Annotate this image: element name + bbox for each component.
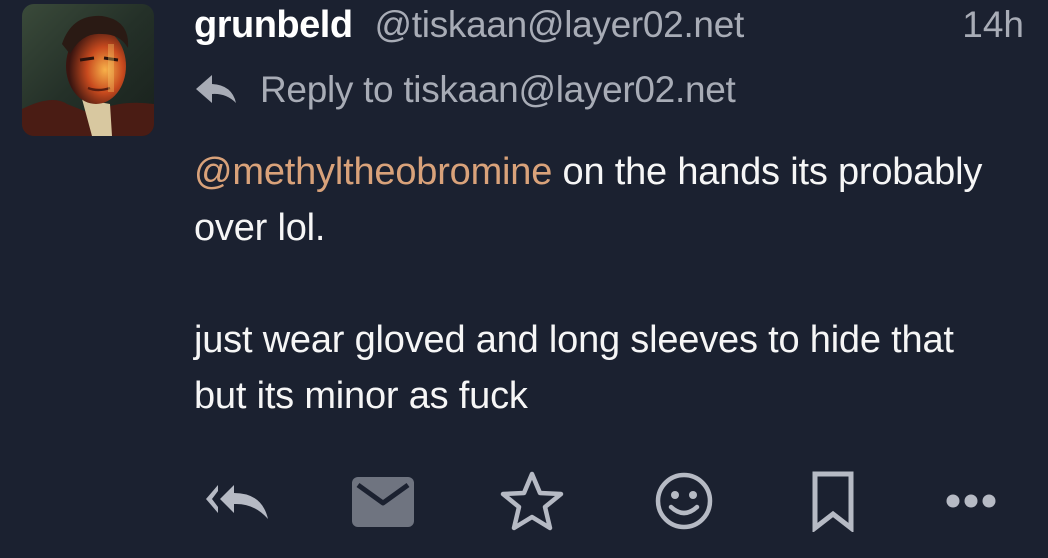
paragraph: just wear gloved and long sleeves to hid…: [194, 319, 954, 417]
timestamp[interactable]: 14h: [962, 4, 1024, 46]
reply-to-text: Reply to tiskaan@layer02.net: [260, 69, 736, 110]
more-button[interactable]: [936, 466, 1006, 536]
more-icon: [946, 494, 996, 508]
react-button[interactable]: [646, 466, 722, 536]
emoji-icon: [655, 472, 713, 530]
reply-icon: [196, 75, 236, 103]
mention-link[interactable]: @methyltheobromine: [194, 151, 552, 193]
direct-message-button[interactable]: [348, 466, 418, 536]
status-content: @methyltheobromine on the hands its prob…: [194, 144, 1014, 424]
avatar[interactable]: [22, 4, 154, 136]
reply-all-icon: [206, 485, 268, 519]
star-icon: [500, 471, 564, 531]
account-handle[interactable]: @tiskaan@layer02.net: [375, 4, 745, 46]
mail-icon: [352, 477, 414, 527]
paragraph: @methyltheobromine on the hands its prob…: [194, 144, 1014, 256]
status-header: grunbeld @tiskaan@layer02.net 14h: [194, 4, 1028, 48]
avatar-image: [22, 4, 154, 136]
status-card: grunbeld @tiskaan@layer02.net 14h Reply …: [0, 0, 1048, 558]
display-name[interactable]: grunbeld: [194, 4, 353, 47]
favourite-button[interactable]: [494, 466, 570, 536]
bookmark-button[interactable]: [798, 466, 868, 536]
action-bar: [194, 466, 1014, 536]
reply-all-button[interactable]: [202, 466, 272, 536]
bookmark-icon: [812, 471, 854, 532]
reply-to-line[interactable]: Reply to tiskaan@layer02.net: [194, 66, 736, 114]
